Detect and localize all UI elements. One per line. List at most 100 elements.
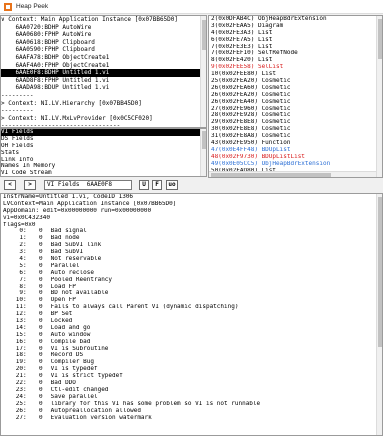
flag-description: Record DS xyxy=(50,352,84,359)
classes-hscrollbar[interactable] xyxy=(209,171,376,177)
tree-item[interactable]: --------- xyxy=(1,107,206,115)
flag-row: 18: 0 Record DS xyxy=(3,352,382,359)
context-tree[interactable]: ∨ Context: Main Application Instance [0x… xyxy=(1,16,206,127)
class-item[interactable]: 26(0x02FEA40) Cosmetic xyxy=(211,99,382,106)
class-item[interactable]: 10(0x02FEE80) List xyxy=(211,71,382,78)
tree-item[interactable]: > Context: NI.LV.Hierarchy [0x07BB45D0] xyxy=(1,100,206,108)
flag-value: 0 xyxy=(39,311,43,318)
tree-item[interactable]: > Context: NI.LV.MxLvProvider [0x0C5CF02… xyxy=(1,115,206,123)
tree-scrollbar[interactable] xyxy=(200,16,206,127)
classes-list[interactable]: 2(0x0DFAB4C) ObjHeapBdrExtension 3(0x02FE… xyxy=(209,16,382,177)
categories-pane[interactable]: VI Fields DS Fields OH Fields Stats Link Inf… xyxy=(0,128,207,177)
prev-button[interactable]: < xyxy=(4,180,16,190)
class-item[interactable]: 47(0x0E4FF48) BDUpList xyxy=(211,147,382,154)
flag-row: 20: 0 VI is typedef xyxy=(3,366,382,373)
tree-item[interactable]: 6AA0618:BDHP Clipboard xyxy=(1,39,206,47)
class-item[interactable]: 26(0x02FEA20) Cosmetic xyxy=(211,92,382,99)
flag-index: 6 xyxy=(19,269,23,276)
flag-description: Ctl-edit changed xyxy=(50,386,109,393)
flag-index: 24 xyxy=(15,393,23,400)
flag-row: 17: 0 VI is Subroutine xyxy=(3,346,382,353)
flag-value: 0 xyxy=(39,373,43,380)
tree-item[interactable]: 6AAD8F8:FPHP Untitled 1.vi xyxy=(1,77,206,85)
f-button[interactable]: F xyxy=(152,180,162,190)
tree-item[interactable]: 6AA0680:FPHP AutoWire xyxy=(1,31,206,39)
tree-item[interactable]: 6AAF4A0:FPHP ObjectCreate1 xyxy=(1,62,206,70)
class-item[interactable]: 29(0x02FE8E8) Cosmetic xyxy=(211,119,382,126)
class-item[interactable]: 27(0x02FE960) Cosmetic xyxy=(211,106,382,113)
class-item[interactable]: 7(0x02FE3E3) List xyxy=(211,44,382,51)
tree-item[interactable]: 6AA0590:FPHP Clipboard xyxy=(1,46,206,54)
tree-item[interactable]: --------- xyxy=(1,92,206,100)
class-item[interactable]: 26(0x02FEA60) Cosmetic xyxy=(211,85,382,92)
flag-description: BD not available xyxy=(50,290,109,297)
flag-value: 0 xyxy=(39,393,43,400)
flag-description: Bad node xyxy=(50,235,80,242)
class-item[interactable]: 6(0x02FE7A5) List xyxy=(211,37,382,44)
class-item[interactable]: 25(0x02FEA20) Cosmetic xyxy=(211,78,382,85)
details-text[interactable]: InstrName=Untitled 1.vi, CodeID 1306 LVCo… xyxy=(3,194,382,421)
class-item[interactable]: 9(0x02FEE58) SelList xyxy=(211,64,382,71)
flag-description: Load FP xyxy=(50,283,76,290)
classes-pane[interactable]: 2(0x0DFAB4C) ObjHeapBdrExtension 3(0x02FE… xyxy=(208,15,383,178)
flag-row: 24: 0 Save parallel xyxy=(3,394,382,401)
uo-button[interactable]: uo xyxy=(166,180,178,190)
class-item[interactable]: 43(0x02FE950) Function xyxy=(211,140,382,147)
flag-row: 13: 0 Locked xyxy=(3,318,382,325)
flag-value: 0 xyxy=(39,290,43,297)
class-item[interactable]: 2(0x0DFAB4C) ObjHeapBdrExtension xyxy=(211,16,382,23)
flag-value: 0 xyxy=(39,400,43,407)
flag-description: Bad SubVI link xyxy=(50,242,102,249)
class-item[interactable]: 3(0x02FEAA5) Diagram xyxy=(211,23,382,30)
classes-scrollbar[interactable] xyxy=(376,16,382,177)
context-tree-pane[interactable]: ∨ Context: Main Application Instance [0x… xyxy=(0,15,207,128)
details-header-line: LVContext=Main Application Instance [0x0… xyxy=(3,200,177,207)
flag-description: VI is Subroutine xyxy=(50,345,109,352)
tree-item[interactable]: 6AAFA78:BDHP ObjectCreate1 xyxy=(1,54,206,62)
window-title: Heap Peek xyxy=(16,3,49,10)
details-pane[interactable]: InstrName=Untitled 1.vi, CodeID 1306 LVCo… xyxy=(0,193,383,436)
flag-row: 6: 0 Auto reclose xyxy=(3,270,382,277)
flag-description: Compile bad xyxy=(50,338,91,345)
class-item[interactable]: 31(0x02FE8A8) Cosmetic xyxy=(211,133,382,140)
categories-scrollbar[interactable] xyxy=(200,129,206,176)
u-button[interactable]: U xyxy=(139,180,149,190)
class-item[interactable]: 30(0x02FE8E8) Cosmetic xyxy=(211,126,382,133)
flag-value: 0 xyxy=(39,386,43,393)
flag-value: 0 xyxy=(39,235,43,242)
category-item[interactable]: Names In Memory xyxy=(1,163,206,170)
class-item[interactable]: 8(0x02FE420) List xyxy=(211,57,382,64)
category-item[interactable]: Link Info xyxy=(1,157,206,164)
flag-description: VI is typedef xyxy=(50,366,98,373)
flag-index: 5 xyxy=(19,262,23,269)
tree-item[interactable]: 6AAE0F8:BDHP Untitled 1.vi xyxy=(1,69,206,77)
flag-index: 10 xyxy=(15,297,23,304)
category-item[interactable]: OH Fields xyxy=(1,143,206,150)
class-item[interactable]: 28(0x02FE928) Cosmetic xyxy=(211,112,382,119)
categories-list[interactable]: VI Fields DS Fields OH Fields Stats Link Inf… xyxy=(1,129,206,176)
class-item[interactable]: 49(0x0E05CC5) ObjHeapBdrExtension xyxy=(211,161,382,168)
details-header-line: vi=0x0C432340 xyxy=(3,214,50,221)
flag-value: 0 xyxy=(39,414,43,421)
category-item[interactable]: VI Code Stream xyxy=(1,170,206,176)
flag-index: 16 xyxy=(15,338,23,345)
flag-row: 5: 0 Parallel xyxy=(3,263,382,270)
class-item[interactable]: 48(0x02F9730) BDUpListList xyxy=(211,154,382,161)
tree-item[interactable]: ∨ Context: Main Application Instance [0x… xyxy=(1,16,206,24)
tree-item[interactable]: 6AA0720:BDHP AutoWire xyxy=(1,24,206,32)
class-item[interactable]: 4(0x02FE3A3) List xyxy=(211,30,382,37)
next-button[interactable]: > xyxy=(24,180,36,190)
flag-value: 0 xyxy=(39,359,43,366)
category-item[interactable]: DS Fields xyxy=(1,136,206,143)
flag-description: Fails to always call Parent VI (dynamic … xyxy=(50,304,239,311)
address-field[interactable]: VI Fields 6AAE0F8 xyxy=(44,180,132,190)
class-item[interactable]: 7(0x02FEF10) SelfRefNode xyxy=(211,50,382,57)
details-scrollbar[interactable] xyxy=(376,194,382,435)
flag-description: Bad signal xyxy=(50,228,87,235)
flag-row: 2: 0 Bad SubVI link xyxy=(3,242,382,249)
flag-value: 0 xyxy=(39,276,43,283)
flag-row: 25: 0 library for this VI has some problem… xyxy=(3,401,382,408)
category-item[interactable]: VI Fields xyxy=(1,129,206,136)
category-item[interactable]: Stats xyxy=(1,150,206,157)
tree-item[interactable]: 6AADA98:BDUP Untitled 1.vi xyxy=(1,84,206,92)
